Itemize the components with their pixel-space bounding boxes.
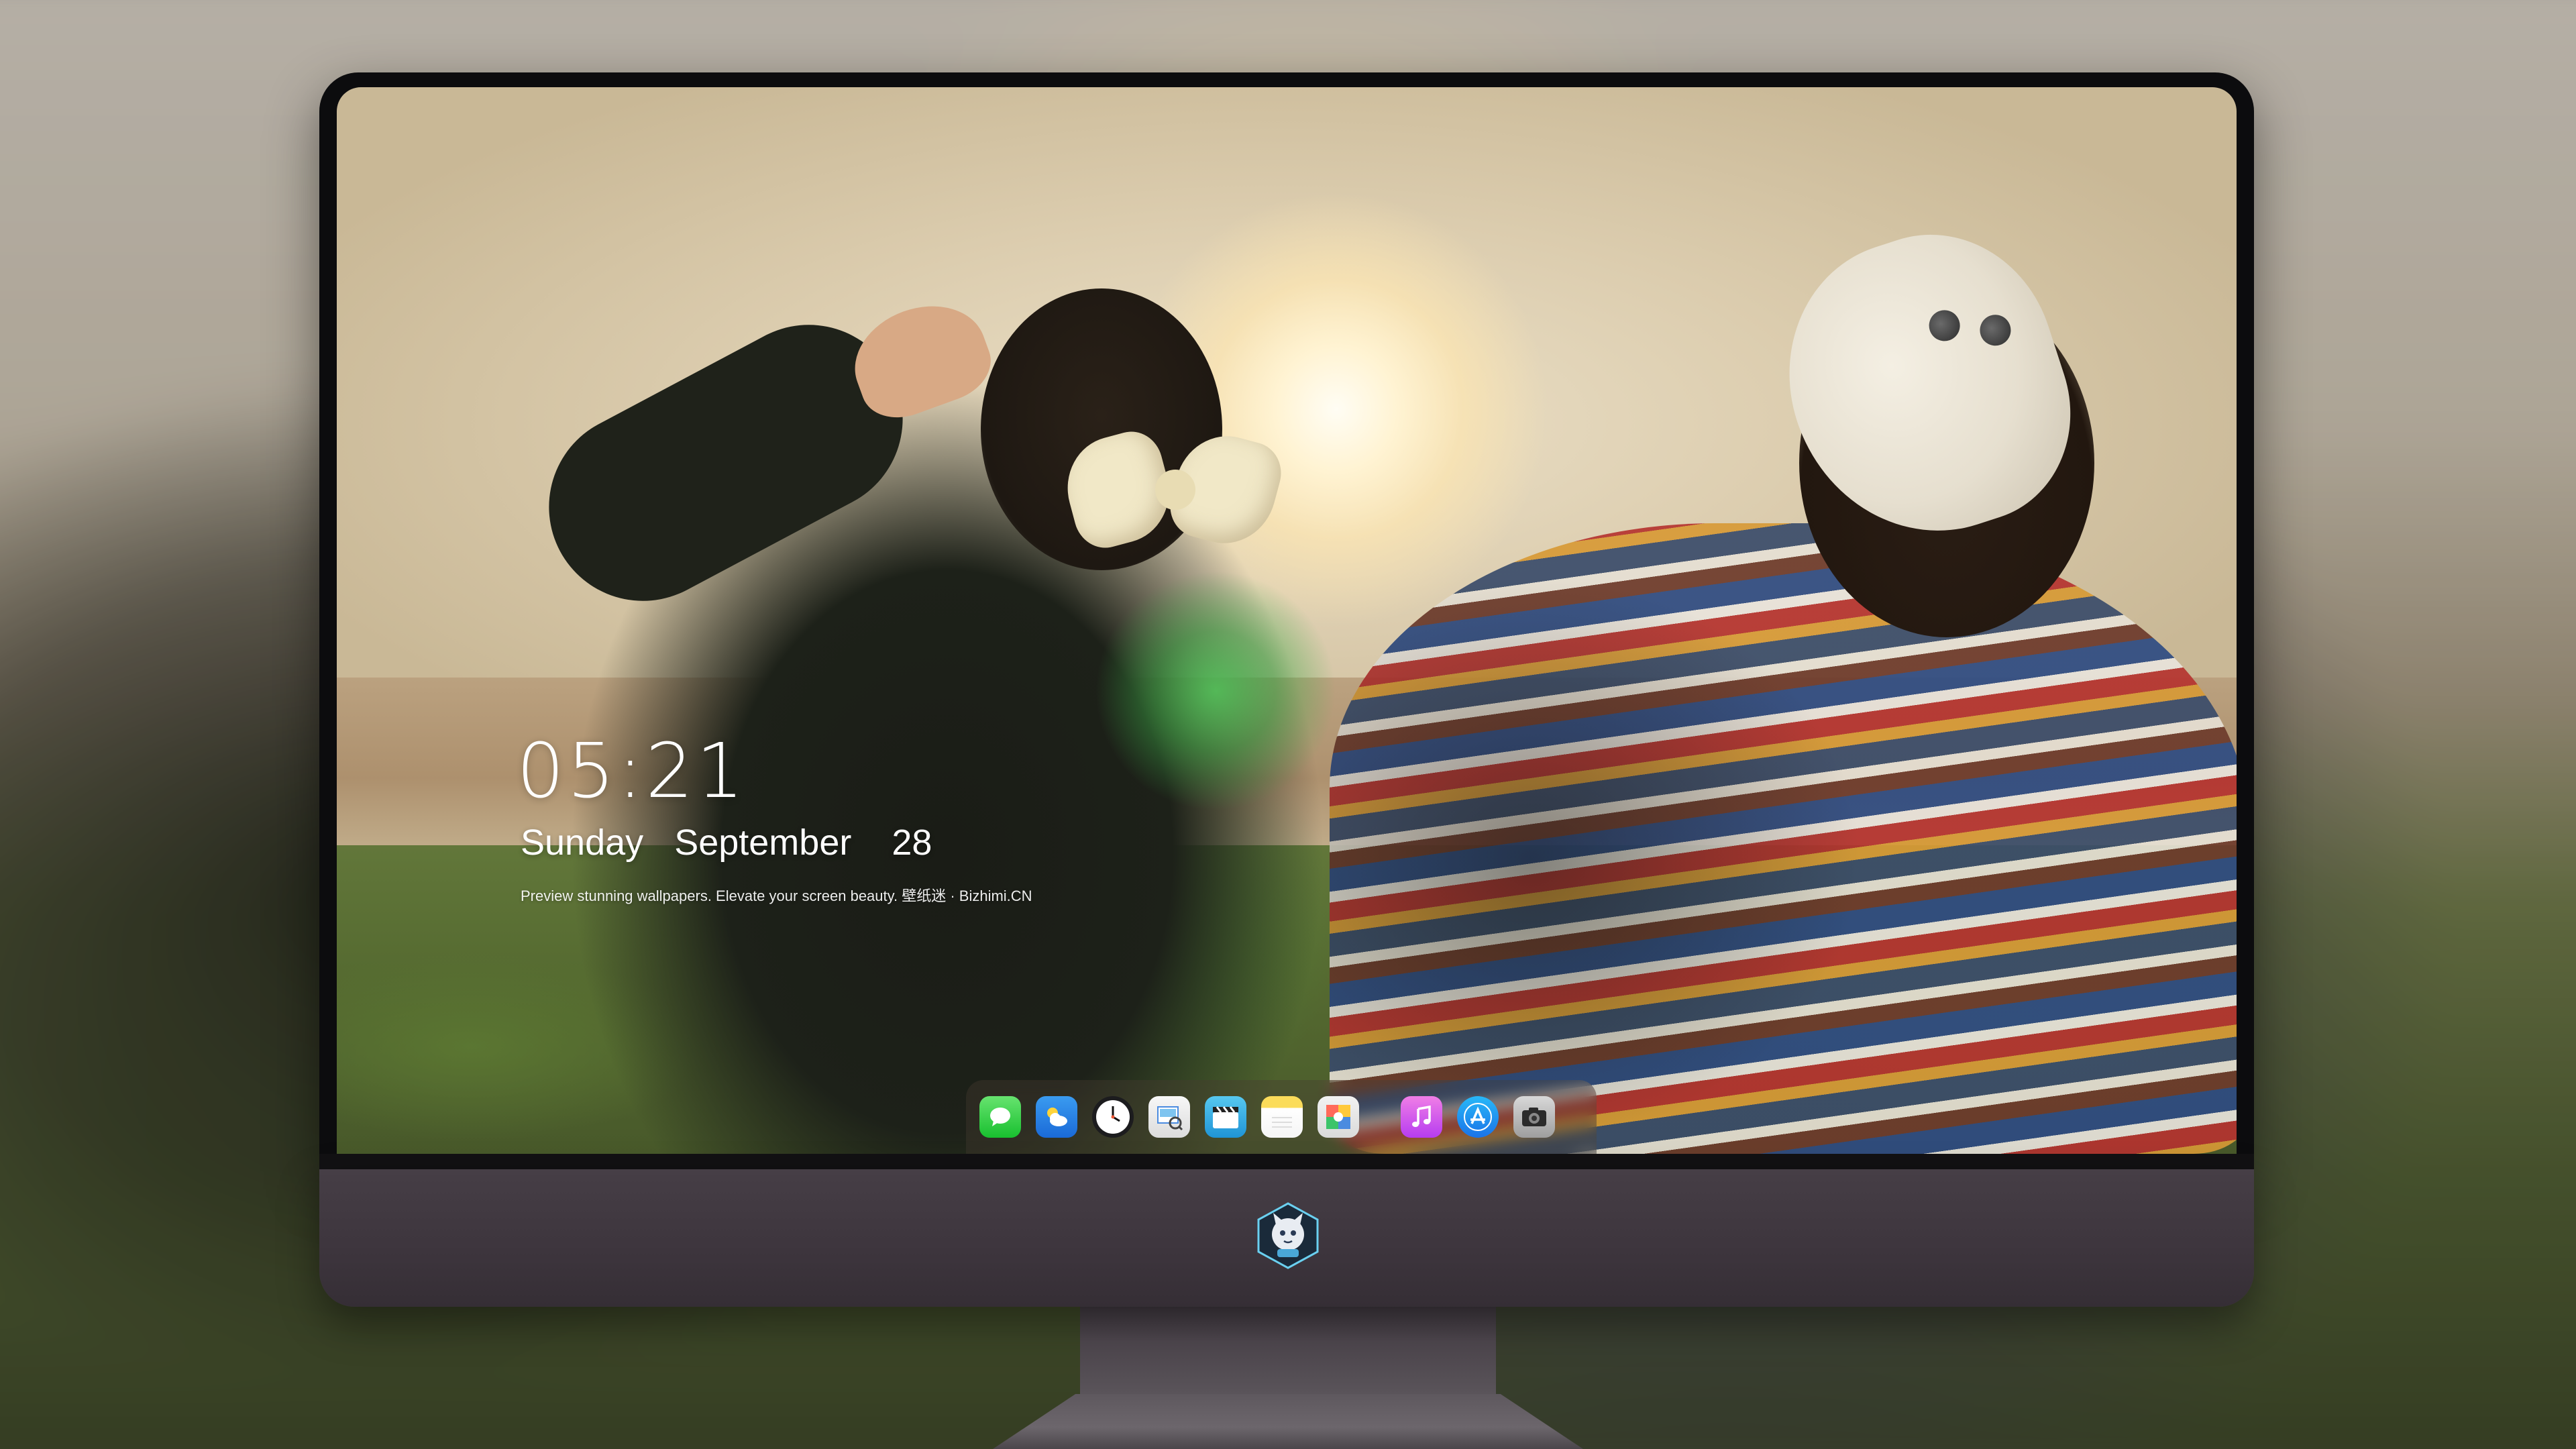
music-note-icon[interactable] (1401, 1096, 1442, 1138)
date-month: September (674, 822, 852, 863)
monitor-screen[interactable] (337, 87, 2237, 1154)
lock-screen-date: Sunday September 28 (521, 822, 932, 863)
clock-icon[interactable] (1092, 1096, 1134, 1138)
photos-icon[interactable] (1318, 1096, 1359, 1138)
app-store-icon[interactable] (1457, 1096, 1499, 1138)
messages-icon[interactable] (979, 1096, 1021, 1138)
lens-flare (1095, 570, 1336, 812)
mascot-logo-icon (1253, 1201, 1323, 1271)
desktop-stage: 05:21 Sunday September 28 Preview stunni… (0, 0, 2576, 1449)
dock (966, 1080, 1597, 1154)
monitor-stand-base (993, 1394, 1583, 1449)
camera-icon[interactable] (1513, 1096, 1555, 1138)
preview-icon[interactable] (1148, 1096, 1190, 1138)
lock-screen-tagline: Preview stunning wallpapers. Elevate you… (521, 888, 1032, 904)
weather-icon[interactable] (1036, 1096, 1077, 1138)
clapperboard-icon[interactable] (1205, 1096, 1246, 1138)
hair-bow (1055, 423, 1289, 590)
date-day: 28 (892, 822, 932, 863)
notes-icon[interactable] (1261, 1096, 1303, 1138)
monitor-stand-neck (1080, 1307, 1496, 1394)
date-weekday: Sunday (521, 822, 644, 863)
lock-screen-time: 05:21 (517, 728, 747, 815)
